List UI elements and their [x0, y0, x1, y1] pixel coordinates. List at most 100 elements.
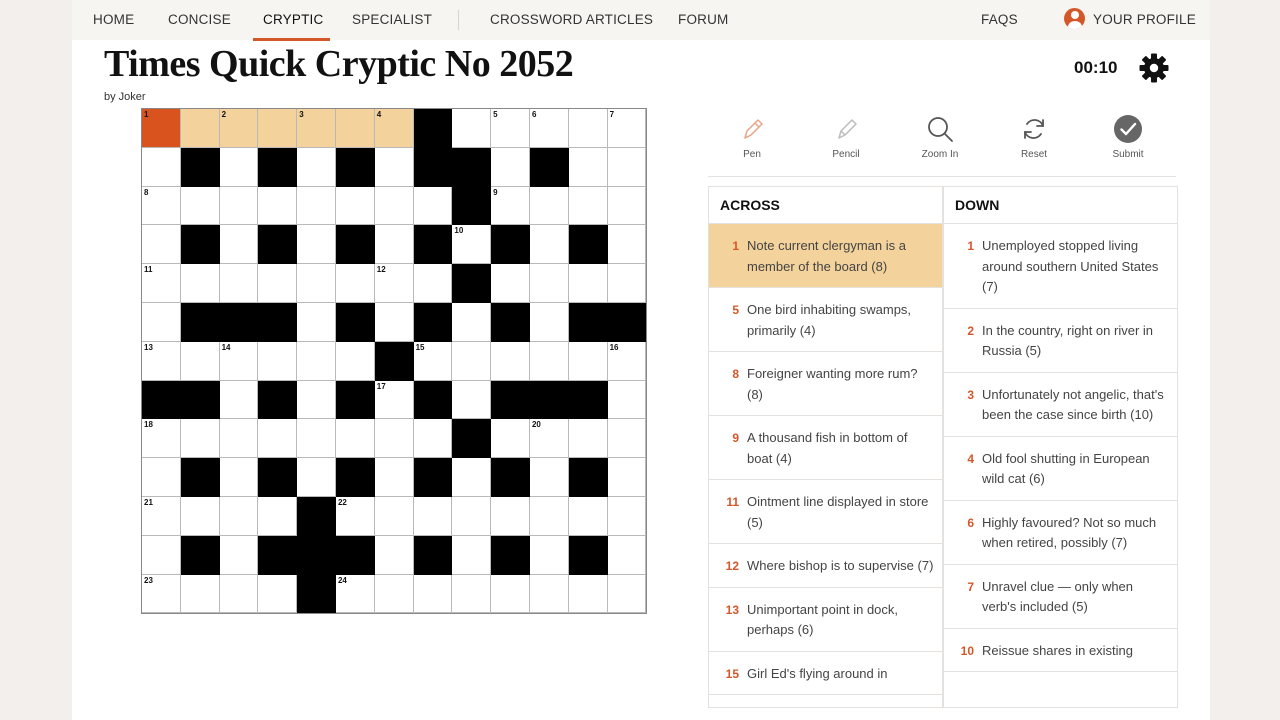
grid-cell[interactable]	[297, 419, 336, 459]
nav-crossword-articles[interactable]: CROSSWORD ARTICLES	[490, 12, 653, 27]
reset-button[interactable]: Reset	[994, 112, 1074, 170]
grid-cell[interactable]	[607, 535, 647, 575]
grid-cell[interactable]	[374, 186, 414, 226]
clue-across-15[interactable]: 15 Girl Ed's flying around in	[709, 652, 942, 695]
grid-cell[interactable]	[142, 535, 181, 575]
grid-cell[interactable]: 24	[335, 574, 375, 614]
grid-cell[interactable]	[452, 458, 492, 497]
grid-cell[interactable]: 12	[374, 264, 414, 303]
grid-cell[interactable]	[529, 535, 569, 575]
grid-cell[interactable]	[297, 147, 336, 187]
grid-cell[interactable]	[607, 419, 647, 459]
grid-cell[interactable]	[180, 341, 220, 381]
grid-cell[interactable]	[452, 535, 492, 575]
grid-cell[interactable]	[607, 186, 647, 226]
grid-cell[interactable]	[219, 264, 259, 303]
clue-across-5[interactable]: 5 One bird inhabiting swamps, primarily …	[709, 288, 942, 352]
grid-cell[interactable]	[529, 225, 569, 265]
grid-cell[interactable]	[258, 186, 298, 226]
grid-cell[interactable]: 21	[142, 496, 181, 536]
grid-cell[interactable]	[374, 225, 414, 265]
grid-cell[interactable]	[491, 147, 530, 187]
grid-cell[interactable]	[607, 225, 647, 265]
grid-cell[interactable]	[452, 496, 492, 536]
grid-cell[interactable]: 17	[374, 380, 414, 420]
grid-cell[interactable]: 18	[142, 419, 181, 459]
grid-cell[interactable]	[413, 186, 453, 226]
grid-cell[interactable]: 16	[607, 341, 647, 381]
grid-cell[interactable]	[607, 147, 647, 187]
grid-cell[interactable]	[452, 380, 492, 420]
grid-cell[interactable]	[607, 458, 647, 497]
grid-cell[interactable]	[529, 341, 569, 381]
grid-cell[interactable]	[491, 419, 530, 459]
grid-cell[interactable]	[568, 574, 608, 614]
grid-cell[interactable]	[142, 458, 181, 497]
grid-cell[interactable]	[180, 419, 220, 459]
grid-cell[interactable]	[413, 496, 453, 536]
clue-across-11[interactable]: 11 Ointment line displayed in store (5)	[709, 480, 942, 544]
zoom-in-button[interactable]: Zoom In	[900, 112, 980, 170]
grid-cell[interactable]	[568, 341, 608, 381]
settings-gear-icon[interactable]	[1138, 52, 1170, 84]
grid-cell[interactable]	[491, 496, 530, 536]
grid-cell[interactable]	[258, 109, 298, 148]
pen-button[interactable]: Pen	[712, 112, 792, 170]
grid-cell[interactable]	[607, 380, 647, 420]
grid-cell[interactable]: 22	[335, 496, 375, 536]
grid-cell[interactable]	[413, 264, 453, 303]
clue-down-10[interactable]: 10 Reissue shares in existing	[944, 629, 1177, 672]
grid-cell[interactable]	[258, 496, 298, 536]
grid-cell[interactable]	[607, 264, 647, 303]
grid-cell[interactable]	[374, 496, 414, 536]
grid-cell[interactable]	[180, 574, 220, 614]
clue-across-12[interactable]: 12 Where bishop is to supervise (7)	[709, 544, 942, 588]
grid-cell[interactable]	[529, 264, 569, 303]
grid-cell[interactable]: 7	[607, 109, 647, 148]
clue-down-4[interactable]: 4 Old fool shutting in European wild cat…	[944, 437, 1177, 501]
grid-cell[interactable]	[219, 186, 259, 226]
grid-cell[interactable]	[374, 458, 414, 497]
grid-cell[interactable]	[374, 302, 414, 342]
grid-cell[interactable]: 15	[413, 341, 453, 381]
clue-down-3[interactable]: 3 Unfortunately not angelic, that's been…	[944, 373, 1177, 437]
clue-down-1[interactable]: 1 Unemployed stopped living around south…	[944, 224, 1177, 309]
grid-cell[interactable]: 5	[491, 109, 530, 148]
grid-cell[interactable]	[568, 186, 608, 226]
submit-button[interactable]: Submit	[1088, 112, 1168, 170]
grid-cell[interactable]	[374, 147, 414, 187]
nav-forum[interactable]: FORUM	[678, 12, 729, 27]
grid-cell[interactable]: 8	[142, 186, 181, 226]
grid-cell[interactable]	[219, 225, 259, 265]
grid-cell[interactable]	[568, 419, 608, 459]
grid-cell[interactable]	[219, 147, 259, 187]
grid-cell[interactable]	[180, 186, 220, 226]
grid-cell[interactable]	[607, 574, 647, 614]
grid-cell[interactable]: 1	[142, 109, 181, 148]
pencil-button[interactable]: Pencil	[806, 112, 886, 170]
grid-cell[interactable]	[335, 341, 375, 381]
clue-down-7[interactable]: 7 Unravel clue — only when verb's includ…	[944, 565, 1177, 629]
grid-cell[interactable]	[297, 264, 336, 303]
grid-cell[interactable]	[297, 458, 336, 497]
grid-cell[interactable]	[219, 535, 259, 575]
nav-faqs[interactable]: FAQS	[981, 12, 1018, 27]
grid-cell[interactable]	[452, 302, 492, 342]
grid-cell[interactable]	[219, 380, 259, 420]
clue-across-1[interactable]: 1 Note current clergyman is a member of …	[709, 224, 942, 288]
grid-cell[interactable]	[297, 186, 336, 226]
grid-cell[interactable]: 9	[491, 186, 530, 226]
grid-cell[interactable]	[180, 496, 220, 536]
grid-cell[interactable]	[180, 109, 220, 148]
grid-cell[interactable]	[529, 496, 569, 536]
grid-cell[interactable]: 23	[142, 574, 181, 614]
grid-cell[interactable]: 13	[142, 341, 181, 381]
grid-cell[interactable]	[452, 574, 492, 614]
grid-cell[interactable]	[142, 225, 181, 265]
nav-concise[interactable]: CONCISE	[168, 12, 231, 27]
grid-cell[interactable]	[180, 264, 220, 303]
grid-cell[interactable]: 14	[219, 341, 259, 381]
grid-cell[interactable]	[142, 147, 181, 187]
grid-cell[interactable]: 3	[297, 109, 336, 148]
clue-across-13[interactable]: 13 Unimportant point in dock, perhaps (6…	[709, 588, 942, 652]
